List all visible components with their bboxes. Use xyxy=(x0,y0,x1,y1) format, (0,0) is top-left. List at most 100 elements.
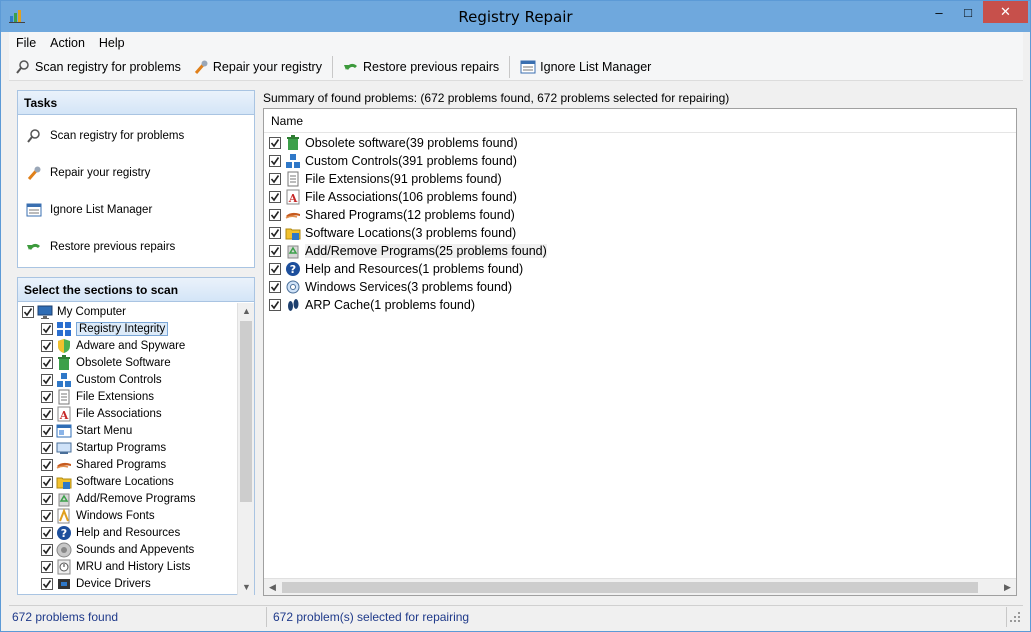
tree-checkbox[interactable] xyxy=(41,458,53,471)
tree-checkbox[interactable] xyxy=(41,407,53,420)
list-item[interactable]: Custom Controls(391 problems found) xyxy=(264,152,1016,170)
list-item-label: Add/Remove Programs(25 problems found) xyxy=(305,244,547,258)
list-checkbox[interactable] xyxy=(269,299,281,311)
repair-registry-button[interactable]: Repair your registry xyxy=(187,55,328,79)
tree-item[interactable]: Windows Fonts xyxy=(18,507,238,524)
restore-repairs-button[interactable]: Restore previous repairs xyxy=(337,55,505,79)
file-icon xyxy=(58,389,70,404)
list-item[interactable]: Shared Programs(12 problems found) xyxy=(264,206,1016,224)
tree-checkbox[interactable] xyxy=(41,526,53,539)
menu-action[interactable]: Action xyxy=(43,36,92,50)
task-restore-repairs[interactable]: Restore previous repairs xyxy=(18,228,254,265)
resize-grip-icon[interactable] xyxy=(1009,611,1021,623)
font-file-icon xyxy=(57,507,70,523)
title-bar[interactable]: Registry Repair – □ ✕ xyxy=(1,1,1030,32)
task-ignore-list[interactable]: Ignore List Manager xyxy=(18,191,254,228)
scroll-down-icon[interactable]: ▼ xyxy=(238,579,255,595)
file-icon xyxy=(287,171,299,187)
tree-item[interactable]: Startup Programs xyxy=(18,439,238,456)
tree-item[interactable]: File Extensions xyxy=(18,388,238,405)
tree-item[interactable]: Start Menu xyxy=(18,422,238,439)
list-item[interactable]: Windows Services(3 problems found) xyxy=(264,278,1016,296)
tasks-heading: Tasks xyxy=(18,91,254,115)
tree-checkbox[interactable] xyxy=(41,373,53,386)
tree-checkbox[interactable] xyxy=(22,305,34,318)
tree-checkbox[interactable] xyxy=(41,577,53,590)
trash-icon xyxy=(58,354,70,370)
tree-item[interactable]: Add/Remove Programs xyxy=(18,490,238,507)
list-checkbox[interactable] xyxy=(269,155,281,167)
tree-item[interactable]: Sounds and Appevents xyxy=(18,541,238,558)
tree-item-label: Help and Resources xyxy=(76,526,181,539)
tree-root[interactable]: My Computer xyxy=(18,303,238,320)
tree-checkbox[interactable] xyxy=(41,560,53,573)
list-item[interactable]: ARP Cache(1 problems found) xyxy=(264,296,1016,314)
tasks-panel: Tasks Scan registry for problems Repair … xyxy=(17,90,255,268)
folder-icon xyxy=(56,477,72,489)
list-checkbox[interactable] xyxy=(269,281,281,293)
list-item[interactable]: ? Help and Resources(1 problems found) xyxy=(264,260,1016,278)
tree-item-label: Custom Controls xyxy=(76,373,162,386)
maximize-button[interactable]: □ xyxy=(954,1,982,23)
toolbar: Scan registry for problems Repair your r… xyxy=(9,53,1023,81)
minimize-button[interactable]: – xyxy=(925,1,953,23)
tree-checkbox[interactable] xyxy=(41,339,53,352)
tree-checkbox[interactable] xyxy=(41,390,53,403)
list-item[interactable]: A File Associations(106 problems found) xyxy=(264,188,1016,206)
list-item-label: ARP Cache(1 problems found) xyxy=(305,298,475,312)
list-item[interactable]: File Extensions(91 problems found) xyxy=(264,170,1016,188)
list-column-name[interactable]: Name xyxy=(264,109,1016,133)
list-checkbox[interactable] xyxy=(269,137,281,149)
list-item[interactable]: Software Locations(3 problems found) xyxy=(264,224,1016,242)
scroll-right-icon[interactable]: ▶ xyxy=(999,579,1016,596)
ignore-list-button[interactable]: Ignore List Manager xyxy=(514,55,657,79)
wrench-icon xyxy=(194,60,208,74)
recycle-icon xyxy=(58,493,70,506)
tree-item[interactable]: Obsolete Software xyxy=(18,354,238,371)
tree-checkbox[interactable] xyxy=(41,424,53,437)
list-item[interactable]: Add/Remove Programs(25 problems found) xyxy=(264,242,1016,260)
task-repair-registry[interactable]: Repair your registry xyxy=(18,154,254,191)
tree-checkbox[interactable] xyxy=(41,322,53,335)
sections-scrollbar[interactable]: ▲ ▼ xyxy=(237,303,254,595)
list-checkbox[interactable] xyxy=(269,209,281,221)
tree-item[interactable]: Shared Programs xyxy=(18,456,238,473)
app-window: Registry Repair – □ ✕ File Action Help S… xyxy=(0,0,1031,632)
list-item[interactable]: Obsolete software(39 problems found) xyxy=(264,134,1016,152)
scroll-thumb[interactable] xyxy=(240,321,252,502)
list-checkbox[interactable] xyxy=(269,245,281,257)
tree-item[interactable]: Adware and Spyware xyxy=(18,337,238,354)
tree-checkbox[interactable] xyxy=(41,475,53,488)
window-icon xyxy=(56,424,72,437)
scroll-up-icon[interactable]: ▲ xyxy=(238,303,255,319)
tree-item[interactable]: Registry Integrity xyxy=(18,320,238,337)
tree-item[interactable]: Software Locations xyxy=(18,473,238,490)
list-hscrollbar[interactable]: ◀ ▶ xyxy=(264,578,1016,595)
list-checkbox[interactable] xyxy=(269,227,281,239)
task-scan-registry[interactable]: Scan registry for problems xyxy=(18,117,254,154)
tree-checkbox[interactable] xyxy=(41,356,53,369)
menu-file[interactable]: File xyxy=(9,36,43,50)
tree-item-label: Adware and Spyware xyxy=(76,339,186,352)
tree-item[interactable]: A File Associations xyxy=(18,405,238,422)
list-checkbox[interactable] xyxy=(269,263,281,275)
scroll-left-icon[interactable]: ◀ xyxy=(264,579,281,596)
font-icon: A xyxy=(57,406,71,422)
tree-checkbox[interactable] xyxy=(41,509,53,522)
tree-item[interactable]: Custom Controls xyxy=(18,371,238,388)
task-label: Repair your registry xyxy=(50,166,151,179)
scroll-thumb[interactable] xyxy=(282,582,978,593)
list-checkbox[interactable] xyxy=(269,173,281,185)
scan-registry-button[interactable]: Scan registry for problems xyxy=(9,55,187,79)
tree-item-label: File Extensions xyxy=(76,390,154,403)
list-checkbox[interactable] xyxy=(269,191,281,203)
tree-checkbox[interactable] xyxy=(41,543,53,556)
close-button[interactable]: ✕ xyxy=(983,1,1028,23)
font-icon: A xyxy=(286,189,300,205)
tree-item[interactable]: Device Drivers xyxy=(18,575,238,592)
tree-checkbox[interactable] xyxy=(41,441,53,454)
tree-checkbox[interactable] xyxy=(41,492,53,505)
menu-help[interactable]: Help xyxy=(92,36,132,50)
tree-item[interactable]: ? Help and Resources xyxy=(18,524,238,541)
tree-item[interactable]: MRU and History Lists xyxy=(18,558,238,575)
